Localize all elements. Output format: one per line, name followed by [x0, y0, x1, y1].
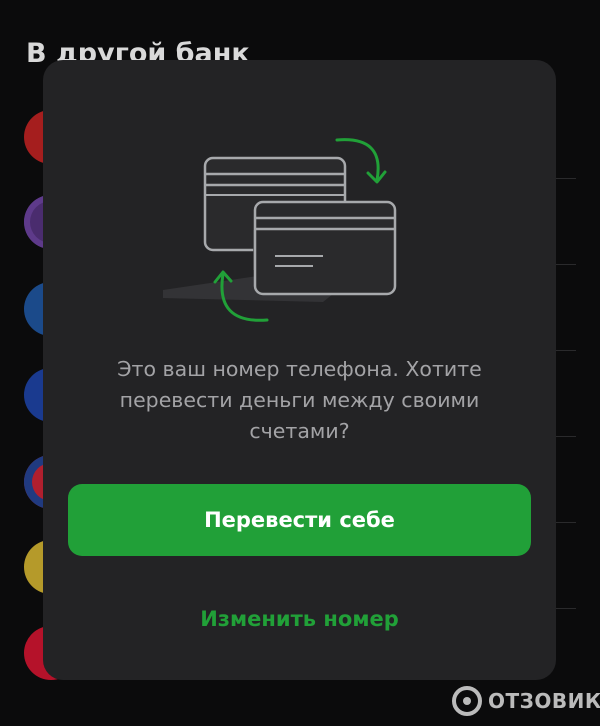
- transfer-dialog: Это ваш номер телефона. Хотите перевести…: [43, 60, 556, 680]
- otzovik-logo-icon: [452, 686, 482, 716]
- transfer-to-self-button[interactable]: Перевести себе: [68, 484, 531, 556]
- dialog-message: Это ваш номер телефона. Хотите перевести…: [117, 357, 482, 443]
- change-number-button[interactable]: Изменить номер: [68, 596, 531, 642]
- cards-transfer-icon: [163, 138, 397, 322]
- watermark-text: ОТЗОВИК: [488, 689, 600, 713]
- watermark: ОТЗОВИК: [452, 686, 600, 716]
